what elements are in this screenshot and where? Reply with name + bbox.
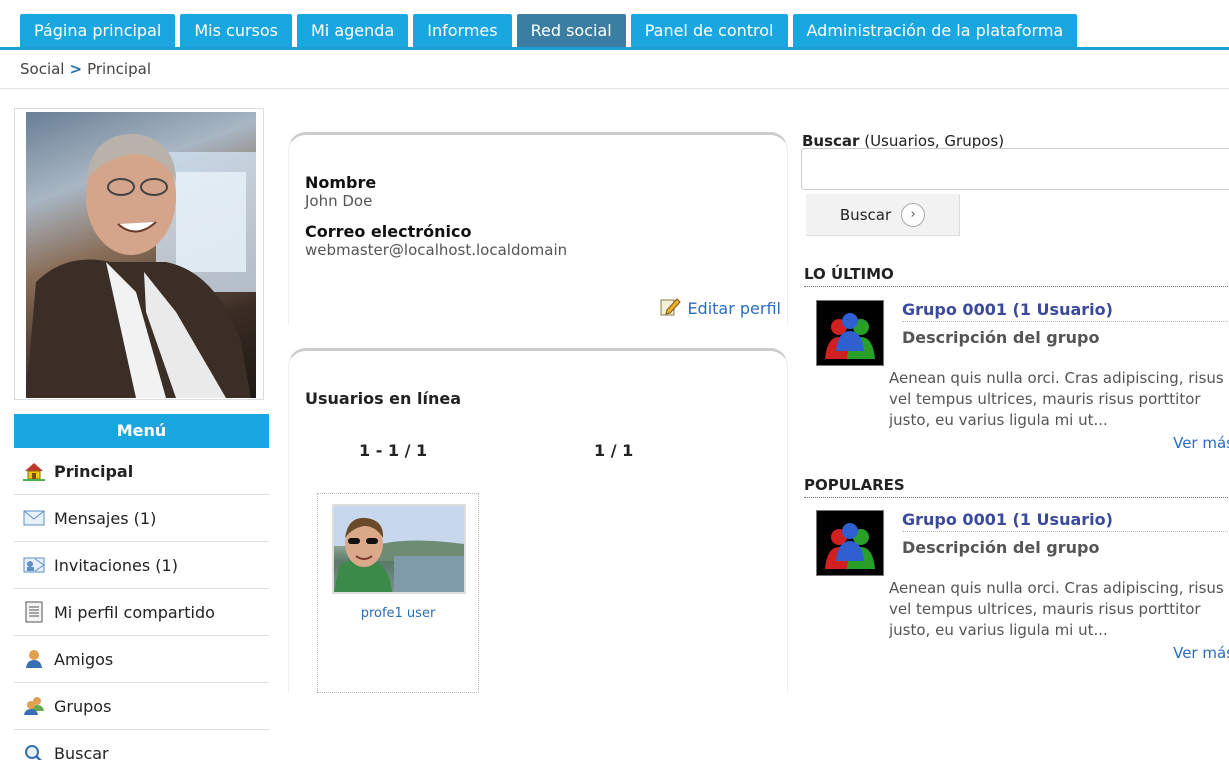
sidebar-item-label: Mensajes (1) (54, 508, 157, 528)
sidebar-item-label: Buscar (54, 744, 109, 760)
search-input[interactable] (801, 148, 1229, 190)
tab-home[interactable]: Página principal (20, 14, 176, 47)
breadcrumb-current: Principal (87, 60, 151, 78)
online-users-pages: 1 / 1 (594, 441, 634, 460)
avatar (26, 112, 256, 398)
group-description-title: Descripción del grupo (902, 538, 1100, 557)
edit-profile-link[interactable]: Editar perfil (659, 296, 781, 320)
sidebar-item-amigos[interactable]: Amigos (14, 636, 269, 683)
search-button[interactable]: Buscar › (806, 194, 960, 236)
tab-agenda[interactable]: Mi agenda (297, 14, 409, 47)
breadcrumb-root[interactable]: Social (20, 60, 64, 78)
edit-profile-label: Editar perfil (687, 298, 781, 318)
profile-avatar-frame (14, 108, 264, 400)
group-icon (22, 696, 46, 716)
search-button-label: Buscar (839, 205, 892, 224)
tab-dashboard[interactable]: Panel de control (630, 14, 788, 47)
search-icon (22, 744, 46, 760)
tab-my-courses[interactable]: Mis cursos (180, 14, 292, 47)
online-users-title: Usuarios en línea (305, 389, 461, 408)
tab-platform-admin[interactable]: Administración de la plataforma (792, 14, 1078, 47)
sidebar-item-label: Invitaciones (1) (54, 555, 178, 575)
sidebar-item-label: Mi perfil compartido (54, 602, 215, 622)
edit-icon (659, 296, 682, 320)
chevron-right-icon: › (901, 202, 926, 227)
sidebar-item-mi-perfil-compartido[interactable]: Mi perfil compartido (14, 589, 269, 636)
sidebar-item-invitaciones[interactable]: Invitaciones (1) (14, 542, 269, 589)
invitation-icon (22, 555, 46, 575)
sidebar-menu: Principal Mensajes (1) Invitaciones (1) … (14, 448, 269, 760)
online-users-panel: Usuarios en línea 1 - 1 / 1 1 / 1 profe1… (288, 348, 788, 693)
profile-panel: Nombre John Doe Correo electrónico webma… (288, 132, 788, 324)
home-icon (22, 461, 46, 481)
see-more-link[interactable]: Ver más (1173, 644, 1229, 662)
name-value: John Doe (305, 192, 373, 210)
envelope-icon (22, 508, 46, 528)
popular-group-item: Grupo 0001 (1 Usuario) Descripción del g… (804, 504, 1229, 674)
group-description-title: Descripción del grupo (902, 328, 1100, 347)
online-user-card[interactable]: profe1 user (317, 493, 479, 693)
see-more-link[interactable]: Ver más (1173, 434, 1229, 452)
popular-title: POPULARES (804, 476, 1229, 498)
tab-list: Página principal Mis cursos Mi agenda In… (20, 14, 1082, 47)
sidebar-item-label: Amigos (54, 649, 114, 669)
profile-fields: Nombre John Doe Correo electrónico webma… (305, 173, 567, 259)
group-name-link[interactable]: Grupo 0001 (1 Usuario) (902, 300, 1229, 322)
sidebar-item-principal[interactable]: Principal (14, 448, 269, 495)
email-label: Correo electrónico (305, 222, 472, 241)
user-photo[interactable] (332, 504, 466, 594)
group-avatar-icon[interactable] (816, 510, 884, 576)
tab-reports[interactable]: Informes (413, 14, 512, 47)
tab-social-network[interactable]: Red social (516, 14, 626, 47)
group-name-link[interactable]: Grupo 0001 (1 Usuario) (902, 510, 1229, 532)
menu-title: Menú (14, 414, 269, 448)
online-users-range: 1 - 1 / 1 (359, 441, 428, 460)
breadcrumb: Social > Principal (20, 60, 151, 78)
email-value: webmaster@localhost.localdomain (305, 241, 568, 259)
sidebar-item-label: Principal (54, 461, 134, 481)
divider (0, 88, 1229, 89)
latest-title: LO ÚLTIMO (804, 265, 1229, 287)
document-icon (22, 601, 46, 623)
top-nav: Página principal Mis cursos Mi agenda In… (0, 0, 1229, 50)
sidebar-item-mensajes[interactable]: Mensajes (1) (14, 495, 269, 542)
sidebar-item-label: Grupos (54, 696, 112, 716)
user-icon (22, 649, 46, 669)
sidebar-item-grupos[interactable]: Grupos (14, 683, 269, 730)
group-description: Aenean quis nulla orci. Cras adipiscing,… (889, 579, 1224, 639)
name-label: Nombre (305, 173, 377, 192)
sidebar-item-buscar[interactable]: Buscar (14, 730, 269, 760)
latest-group-item: Grupo 0001 (1 Usuario) Descripción del g… (804, 294, 1229, 464)
online-user-name[interactable]: profe1 user (318, 606, 478, 621)
group-avatar-icon[interactable] (816, 300, 884, 366)
group-description: Aenean quis nulla orci. Cras adipiscing,… (889, 369, 1224, 429)
breadcrumb-separator: > (69, 60, 83, 78)
